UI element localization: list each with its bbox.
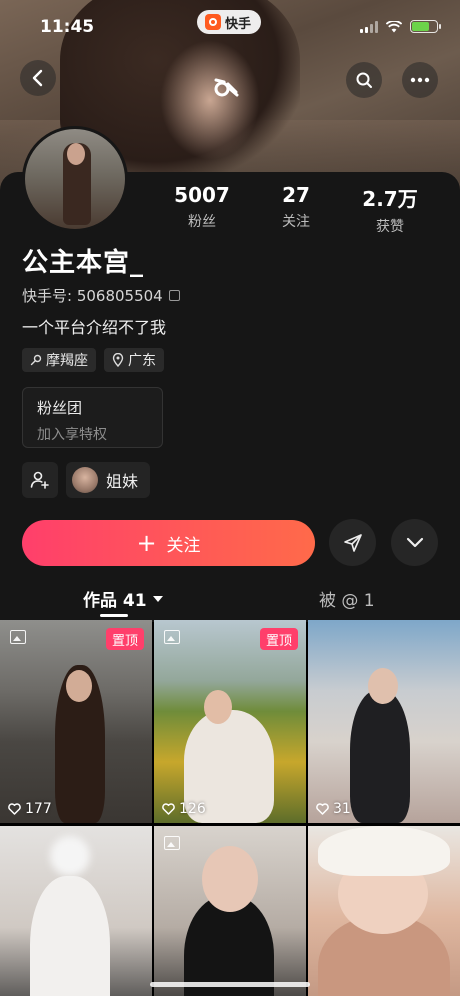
app-return-pill[interactable]: 快手	[197, 10, 262, 34]
image-post-icon	[164, 836, 180, 850]
chevron-down-icon	[406, 537, 423, 547]
expand-button[interactable]	[391, 519, 438, 566]
fan-club-card[interactable]: 粉丝团 加入享特权	[22, 387, 163, 448]
constellation-icon	[30, 354, 42, 366]
send-message-button[interactable]	[329, 519, 376, 566]
content-tabs: 作品 41 被 @ 1	[0, 580, 460, 620]
profile-name: 公主本宫_	[22, 248, 145, 278]
like-count: 126	[162, 801, 206, 817]
status-time: 11:45	[40, 17, 95, 37]
cover-figure-skin	[160, 40, 260, 160]
profile-id-text: 快手号: 506805504	[22, 287, 163, 305]
tag-location[interactable]: 广东	[104, 348, 164, 372]
image-post-icon	[164, 630, 180, 644]
add-friend-button[interactable]	[22, 462, 58, 498]
grid-item[interactable]: 置顶 126	[154, 620, 306, 823]
system-icons	[360, 20, 441, 33]
like-count: 177	[8, 801, 52, 817]
fan-club-subtitle: 加入享特权	[37, 427, 107, 443]
copy-icon[interactable]	[168, 290, 180, 301]
location-icon	[112, 353, 124, 367]
relation-sister-chip[interactable]: 姐妹	[66, 462, 151, 498]
heart-icon	[162, 803, 175, 815]
search-button[interactable]	[346, 62, 382, 98]
relation-avatar	[72, 467, 98, 493]
like-count-value: 31	[333, 801, 351, 817]
tab-works[interactable]: 作品 41	[83, 586, 163, 611]
grid-item[interactable]: 31	[308, 620, 460, 823]
follow-button[interactable]: + 关注	[22, 520, 315, 566]
fan-club-title: 粉丝团	[37, 399, 83, 417]
pinned-badge: 置顶	[259, 628, 298, 650]
heart-icon	[8, 803, 21, 815]
tab-tagged[interactable]: 被 @ 1	[319, 586, 375, 611]
works-grid: 置顶 177 置顶 126 31	[0, 620, 460, 996]
stat-likes-value: 2.7万	[362, 187, 418, 211]
grid-item[interactable]	[154, 826, 306, 996]
stat-fans-label: 粉丝	[188, 214, 216, 230]
profile-bio: 一个平台介绍不了我	[22, 318, 167, 337]
profile-tags: 摩羯座 广东	[22, 348, 164, 372]
tab-works-label: 作品 41	[83, 591, 147, 611]
status-bar: 11:45 快手	[0, 0, 460, 56]
stat-likes-label: 获赞	[376, 219, 404, 235]
signal-icon	[360, 20, 378, 33]
profile-stats: 5007 粉丝 27 关注 2.7万 获赞	[0, 183, 460, 235]
heart-icon	[316, 803, 329, 815]
grid-item[interactable]: 置顶 177	[0, 620, 152, 823]
tag-constellation-label: 摩羯座	[46, 353, 88, 369]
kuaishou-mark-icon	[214, 78, 239, 97]
stat-likes[interactable]: 2.7万 获赞	[354, 183, 426, 236]
like-count: 31	[316, 801, 351, 817]
grid-item[interactable]	[0, 826, 152, 996]
battery-icon	[410, 20, 441, 33]
more-button[interactable]	[402, 62, 438, 98]
relation-row: 姐妹	[22, 462, 151, 498]
plus-icon: +	[136, 529, 157, 557]
send-icon	[343, 533, 362, 552]
app-name: 快手	[225, 16, 252, 32]
caret-down-icon	[152, 595, 163, 602]
stat-fans-value: 5007	[174, 183, 230, 207]
stat-following-label: 关注	[282, 214, 310, 230]
chevron-left-icon	[32, 69, 43, 87]
stat-following-value: 27	[282, 183, 310, 207]
search-icon	[356, 72, 372, 88]
image-post-icon	[10, 630, 26, 644]
stat-following[interactable]: 27 关注	[266, 183, 326, 231]
wifi-icon	[386, 20, 402, 32]
home-indicator[interactable]	[150, 982, 310, 987]
tag-location-label: 广东	[128, 353, 156, 369]
like-count-value: 126	[179, 801, 206, 817]
pinned-badge: 置顶	[105, 628, 144, 650]
kuaishou-logo-icon	[205, 14, 221, 30]
tag-constellation[interactable]: 摩羯座	[22, 348, 96, 372]
profile-id[interactable]: 快手号: 506805504	[22, 285, 180, 306]
stat-fans[interactable]: 5007 粉丝	[168, 183, 236, 231]
grid-item[interactable]	[308, 826, 460, 996]
like-count-value: 177	[25, 801, 52, 817]
relation-label: 姐妹	[106, 472, 139, 491]
add-user-icon	[30, 471, 49, 489]
follow-button-label: 关注	[166, 535, 201, 556]
back-button[interactable]	[20, 60, 56, 96]
tab-active-indicator	[100, 614, 128, 617]
more-dots-icon	[410, 77, 430, 83]
